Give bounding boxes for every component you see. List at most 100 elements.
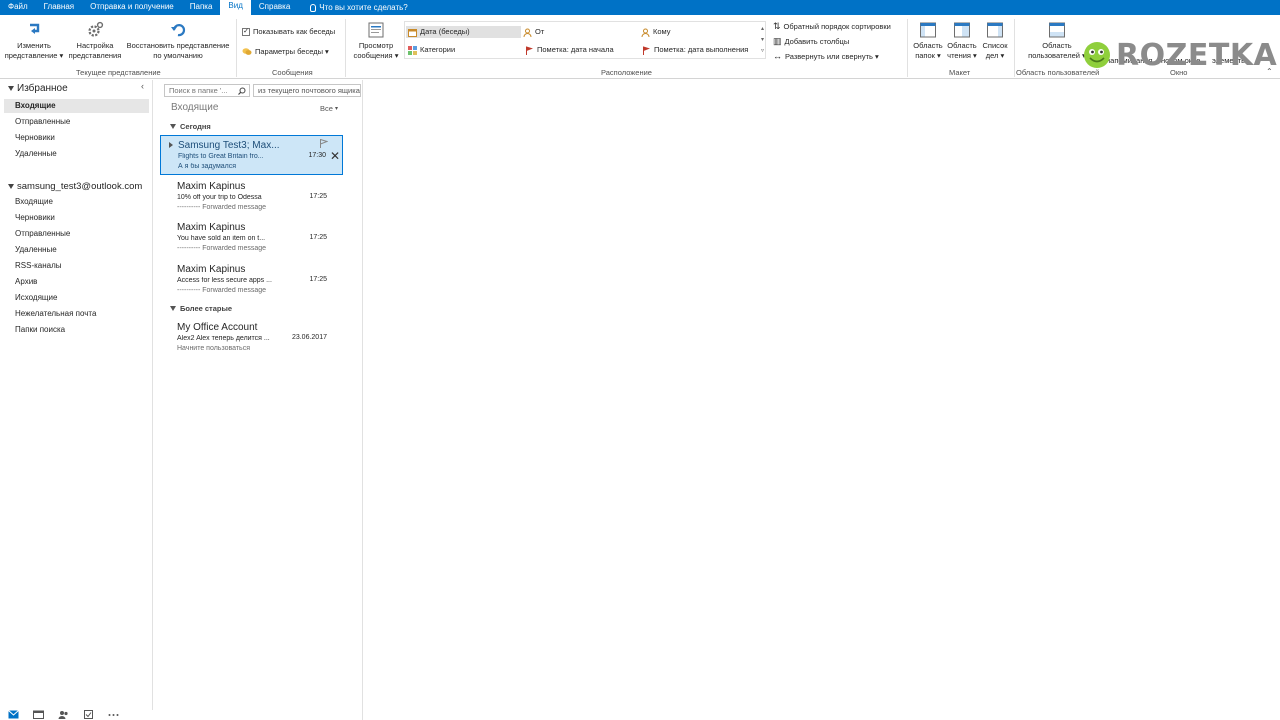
folder-favorites-inbox[interactable]: Входящие (4, 99, 149, 113)
message-sender: Maxim Kapinus (177, 264, 246, 275)
view-settings-button[interactable]: Настройка представления (66, 21, 124, 61)
tab-view[interactable]: Вид (220, 0, 251, 15)
people-pane-icon (1049, 22, 1065, 38)
folder-pane-button[interactable]: Область папок ▾ (911, 21, 945, 61)
arrangement-gallery: Дата (беседы) От Кому Категории Пометка:… (404, 21, 766, 59)
message-preview: ---------- Forwarded message (177, 245, 267, 252)
folder-inbox[interactable]: Входящие (15, 197, 53, 206)
message-preview: ---------- Forwarded message (177, 204, 267, 211)
collapse-triangle-icon (170, 124, 176, 129)
message-item[interactable]: Maxim Kapinus 10% off your trip to Odess… (160, 177, 343, 217)
list-filter-dropdown[interactable]: Все ▾ (320, 104, 338, 113)
tell-me-box[interactable]: Что вы хотите сделать? (298, 0, 415, 15)
folder-favorites-sent[interactable]: Отправленные (15, 117, 70, 126)
change-view-button[interactable]: Изменить представление ▾ (4, 21, 64, 61)
tasks-icon[interactable] (83, 709, 94, 719)
smiley-logo-icon (1084, 42, 1110, 68)
message-time: 23.06.2017 (291, 334, 327, 341)
favorites-label: Избранное (17, 83, 68, 94)
message-time: 17:30 (308, 152, 326, 159)
ribbon-separator (236, 19, 237, 77)
add-columns-button[interactable]: ▥ Добавить столбцы (773, 36, 849, 47)
folder-rss[interactable]: RSS-каналы (15, 261, 62, 270)
ribbon: Изменить представление ▾ Настройка предс… (0, 15, 1280, 79)
group-header-older[interactable]: Более старые (170, 304, 232, 313)
message-preview: ---------- Forwarded message (177, 287, 267, 294)
message-item[interactable]: Maxim Kapinus You have sold an item on t… (160, 218, 343, 258)
folder-junk[interactable]: Нежелательная почта (15, 309, 96, 318)
folder-archive[interactable]: Архив (15, 277, 37, 286)
expand-conversation-icon[interactable] (169, 142, 173, 148)
message-subject: Access for less secure apps ... (177, 277, 272, 284)
group-label-layout: Макет (949, 68, 971, 77)
view-settings-label-1: Настройка (76, 41, 114, 50)
arrangement-flag-start-option[interactable]: Пометка: дата начала (525, 44, 614, 56)
list-filter-label: Все (320, 104, 333, 113)
conversation-settings-button[interactable]: Параметры беседы ▾ (242, 47, 329, 56)
tab-send-receive[interactable]: Отправка и получение (82, 0, 182, 15)
flag-icon[interactable] (319, 139, 328, 148)
folder-favorites-drafts[interactable]: Черновики (15, 133, 55, 142)
arrangement-flag-due-option[interactable]: Пометка: дата выполнения (642, 44, 748, 56)
expand-collapse-button[interactable]: ↔ Развернуть или свернуть ▾ (773, 51, 879, 61)
group-label-current-view: Текущее представление (76, 68, 161, 77)
arrangement-flag-start-label: Пометка: дата начала (537, 45, 614, 54)
todo-bar-button[interactable]: Список дел ▾ (979, 21, 1011, 61)
message-preview-button[interactable]: Просмотр сообщения ▾ (349, 21, 403, 61)
conversation-icon (242, 48, 252, 55)
tab-folder[interactable]: Папка (182, 0, 221, 15)
arrangement-to-option[interactable]: Кому (641, 26, 671, 38)
arrangement-categories-option[interactable]: Категории (408, 44, 455, 56)
reset-view-label-2: по умолчанию (153, 51, 203, 60)
delete-icon[interactable]: ✕ (330, 150, 340, 162)
folder-pane: Избранное ‹ Входящие Отправленные Чернов… (0, 80, 153, 710)
favorites-header[interactable]: Избранное (8, 83, 68, 94)
search-placeholder: Поиск в папке '... (169, 86, 228, 95)
arrangement-categories-label: Категории (420, 45, 456, 54)
folder-deleted[interactable]: Удаленные (15, 245, 57, 254)
arrangement-to-label: Кому (653, 27, 671, 36)
folder-favorites-deleted[interactable]: Удаленные (15, 149, 57, 158)
group-label-arrangement: Расположение (601, 68, 652, 77)
account-email: samsung_test3@outlook.com (17, 181, 143, 192)
message-time: 17:25 (309, 234, 327, 241)
message-subject: Alex2 Alex теперь делится ... (177, 335, 270, 342)
tab-home[interactable]: Главная (36, 0, 82, 15)
message-sender: Maxim Kapinus (177, 181, 246, 192)
message-time: 17:25 (309, 276, 327, 283)
arrangement-date-option[interactable]: Дата (беседы) (406, 26, 521, 38)
reverse-sort-button[interactable]: ⇅ Обратный порядок сортировки (773, 21, 891, 32)
arrangement-from-option[interactable]: От (523, 26, 544, 38)
tab-file[interactable]: Файл (0, 0, 36, 15)
message-item[interactable]: Samsung Test3; Max... Flights to Great B… (160, 135, 343, 175)
folder-drafts[interactable]: Черновики (15, 213, 55, 222)
gallery-scroll-arrows[interactable]: ▴ ▾ ▿ (761, 24, 764, 57)
account-header[interactable]: samsung_test3@outlook.com (8, 181, 142, 192)
people-icon[interactable] (58, 710, 69, 719)
group-header-today[interactable]: Сегодня (170, 122, 211, 131)
show-as-conversations-checkbox[interactable]: ✓ Показывать как беседы (242, 27, 335, 36)
message-item[interactable]: My Office Account Alex2 Alex теперь дели… (160, 318, 343, 358)
message-item[interactable]: Maxim Kapinus Access for less secure app… (160, 260, 343, 300)
group-header-older-label: Более старые (180, 304, 233, 313)
calendar-icon[interactable] (33, 710, 44, 719)
todo-bar-label-1: Список (982, 41, 1008, 50)
search-input[interactable]: Поиск в папке '... (164, 84, 250, 97)
flag-icon (643, 46, 650, 55)
checkbox-checked-icon: ✓ (242, 27, 250, 36)
ribbon-separator (907, 19, 908, 77)
arrangement-from-label: От (535, 27, 545, 36)
more-options-icon[interactable] (108, 710, 119, 719)
collapse-folder-pane-icon[interactable]: ‹ (141, 81, 144, 91)
folder-sent[interactable]: Отправленные (15, 229, 70, 238)
tab-help[interactable]: Справка (251, 0, 298, 15)
mail-icon[interactable] (8, 709, 19, 719)
person-icon (523, 28, 532, 37)
reading-pane-button[interactable]: Область чтения ▾ (945, 21, 979, 61)
reset-view-button[interactable]: Восстановить представление по умолчанию (124, 21, 232, 61)
message-time: 17:25 (309, 193, 327, 200)
message-list-pane: Поиск в папке '... из текущего почтового… (154, 80, 363, 720)
folder-outbox[interactable]: Исходящие (15, 293, 57, 302)
folder-search-folders[interactable]: Папки поиска (15, 325, 65, 334)
search-scope-dropdown[interactable]: из текущего почтового ящика (253, 84, 361, 97)
